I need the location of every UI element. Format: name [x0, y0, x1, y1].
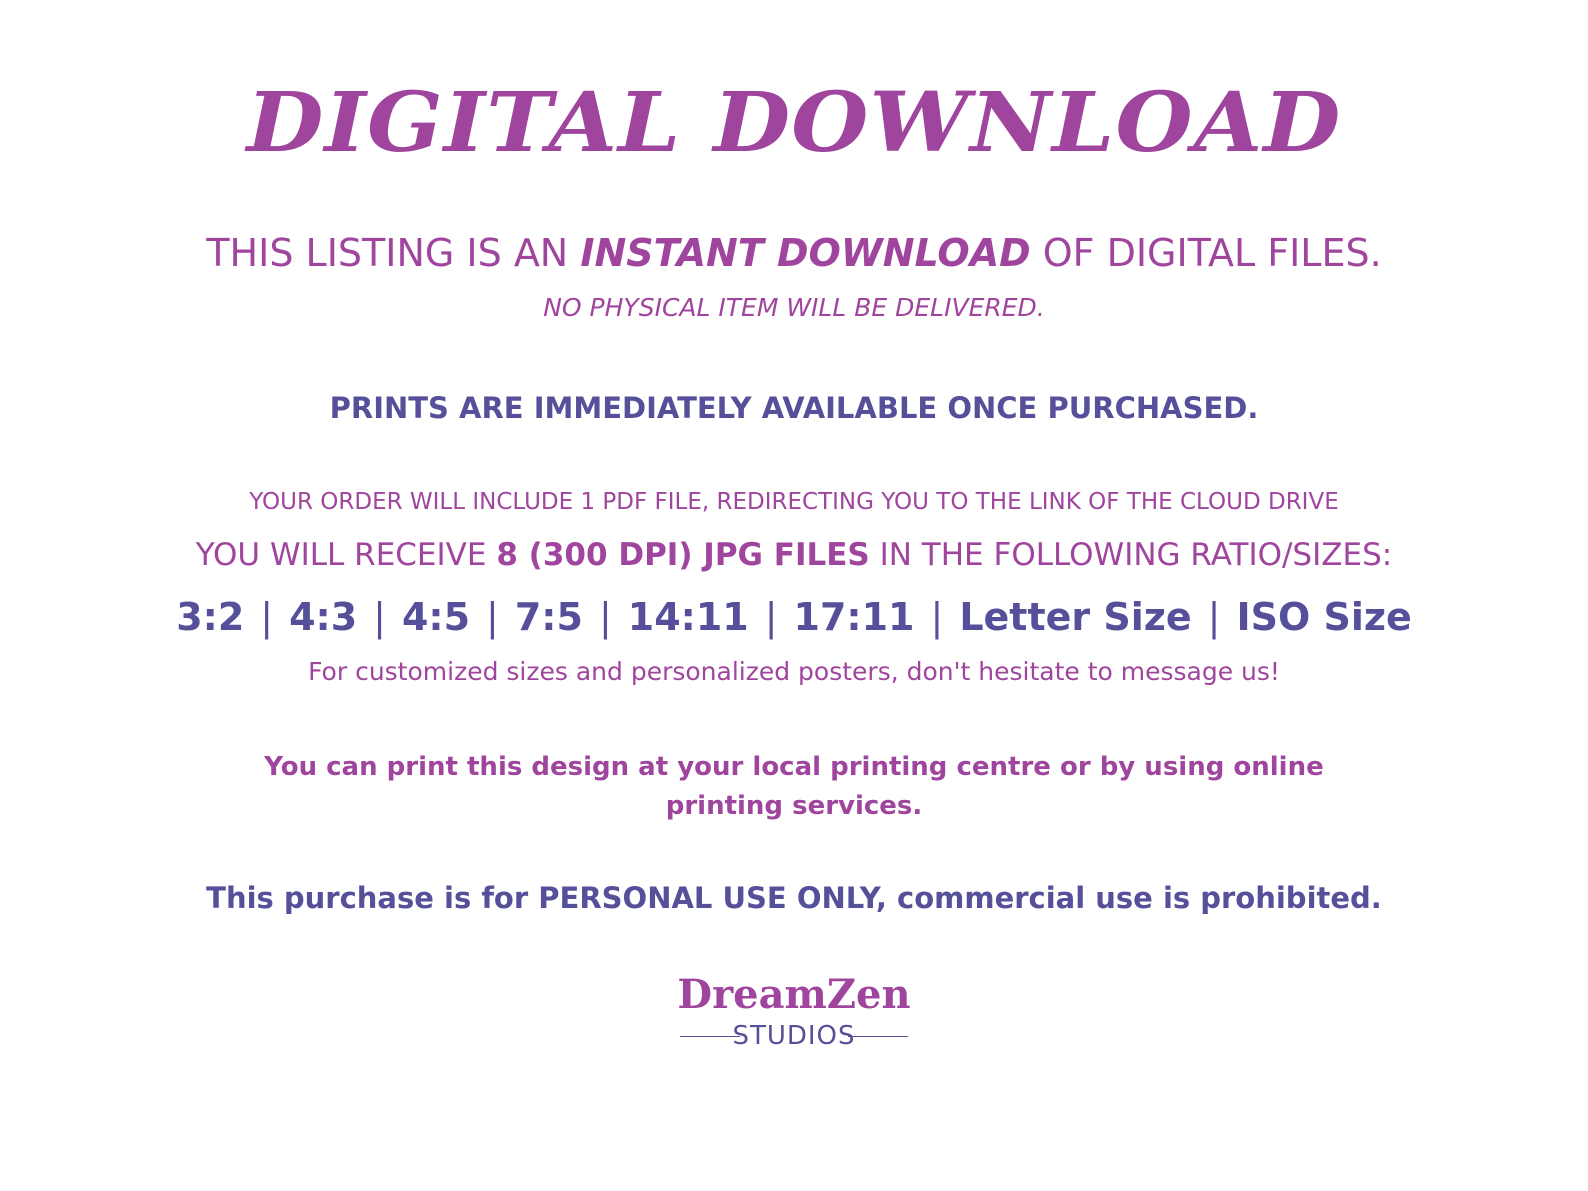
logo-name: DreamZen	[677, 971, 911, 1018]
size-item: Letter Size	[959, 595, 1192, 639]
size-item: 3:2	[176, 595, 245, 639]
customized-sizes-note: For customized sizes and personalized po…	[308, 657, 1280, 686]
sizes-list: 3:2 | 4:3 | 4:5 | 7:5 | 14:11 | 17:11 | Letter Size |…	[0, 598, 1588, 636]
instant-prefix: THIS LISTING IS AN	[206, 231, 581, 275]
size-separator: |	[598, 595, 612, 639]
size-item: 14:11	[627, 595, 749, 639]
size-separator: |	[764, 595, 778, 639]
receive-files-notice: YOU WILL RECEIVE 8 (300 DPI) JPG FILES I…	[0, 540, 1588, 571]
logo-subtitle: STUDIOS	[644, 1021, 944, 1051]
receive-prefix: YOU WILL RECEIVE	[195, 537, 497, 573]
logo-rule-right	[848, 1036, 908, 1037]
instant-emphasis: INSTANT DOWNLOAD	[580, 231, 1031, 275]
no-physical-notice: NO PHYSICAL ITEM WILL BE DELIVERED.	[543, 293, 1045, 322]
size-separator: |	[1207, 595, 1221, 639]
size-item: 7:5	[514, 595, 583, 639]
receive-emphasis: 8 (300 DPI) JPG FILES	[496, 537, 870, 573]
size-item: ISO Size	[1236, 595, 1412, 639]
order-include-notice: YOUR ORDER WILL INCLUDE 1 PDF FILE, REDI…	[249, 489, 1339, 515]
print-design-note: You can print this design at your local …	[264, 752, 1324, 821]
size-item: 4:5	[401, 595, 471, 639]
size-item: 4:3	[289, 595, 358, 639]
size-separator: |	[930, 595, 944, 639]
brand-logo: DreamZen STUDIOS	[644, 975, 944, 1055]
size-separator: |	[486, 595, 499, 639]
instant-download-notice: THIS LISTING IS AN INSTANT DOWNLOAD OF D…	[0, 234, 1588, 272]
receive-suffix: IN THE FOLLOWING RATIO/SIZES:	[869, 537, 1393, 573]
prints-available-notice: PRINTS ARE IMMEDIATELY AVAILABLE ONCE PU…	[329, 391, 1259, 425]
page-title: DIGITAL DOWNLOAD	[246, 75, 1342, 171]
instant-suffix: OF DIGITAL FILES.	[1030, 231, 1382, 275]
size-separator: |	[373, 595, 386, 639]
size-separator: |	[260, 595, 274, 639]
size-item: 17:11	[793, 595, 915, 639]
personal-use-notice: This purchase is for PERSONAL USE ONLY, …	[206, 881, 1382, 915]
